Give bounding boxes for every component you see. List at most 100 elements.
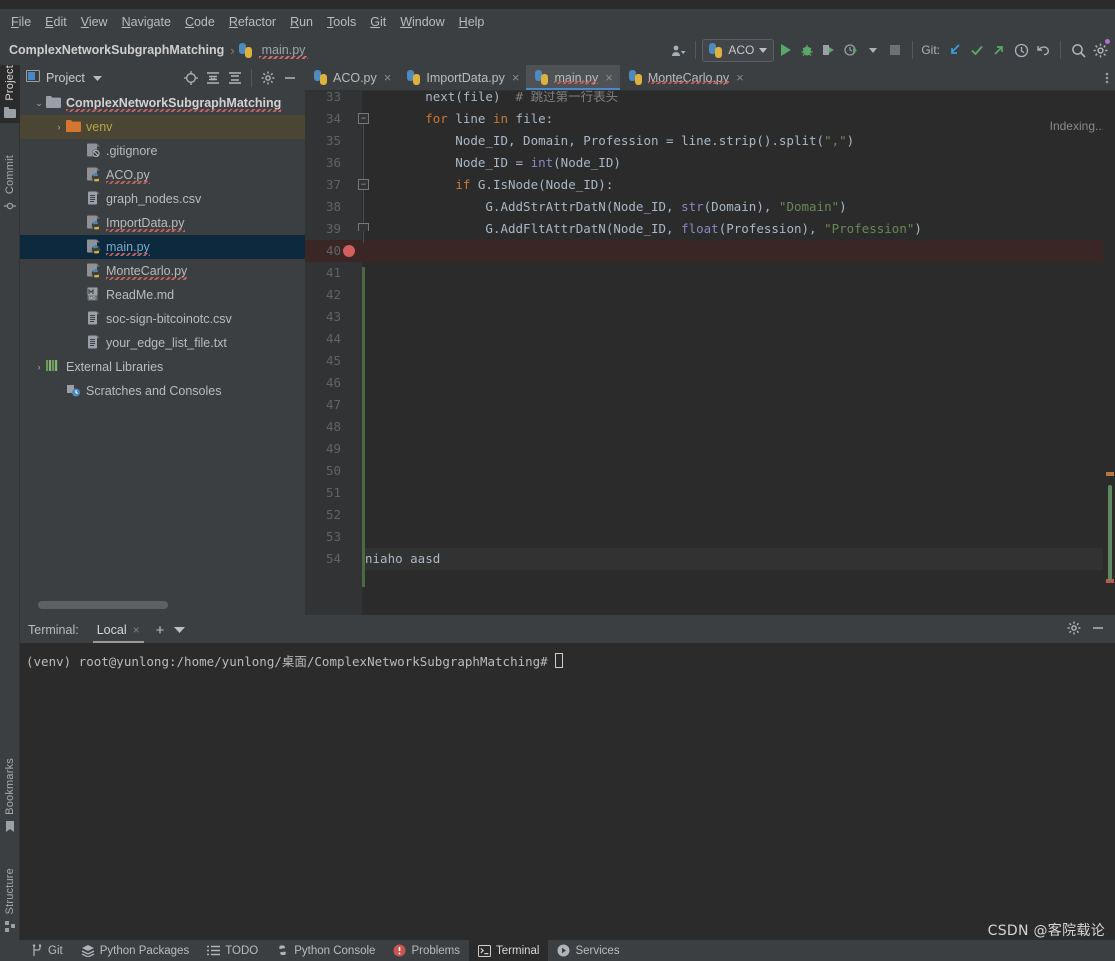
locate-icon[interactable] — [180, 66, 202, 90]
editor-tab[interactable]: main.py × — [526, 65, 620, 90]
line-number[interactable]: 49 — [305, 438, 341, 460]
run-button[interactable] — [774, 38, 796, 62]
git-update-icon[interactable] — [944, 38, 966, 62]
code-line[interactable]: 43 — [305, 306, 1115, 328]
terminal-tab-local[interactable]: Local × — [92, 621, 144, 643]
line-number[interactable]: 47 — [305, 394, 341, 416]
tree-node[interactable]: ⌄ ComplexNetworkSubgraphMatching — [20, 91, 305, 115]
code-line[interactable]: 50 — [305, 460, 1115, 482]
chevron-down-icon[interactable] — [862, 38, 884, 62]
menu-item-edit[interactable]: Edit — [38, 12, 74, 33]
stop-button[interactable] — [884, 38, 906, 62]
scrollbar-thumb[interactable] — [38, 601, 168, 609]
scrollbar-thumb[interactable] — [1108, 485, 1112, 581]
code-lines[interactable]: 33 next(file) # 跳过第一行表头 34 for line in fi… — [305, 91, 1115, 615]
menu-item-view[interactable]: View — [74, 12, 115, 33]
code-line[interactable]: 40 — [305, 240, 1115, 262]
line-number[interactable]: 36 — [305, 152, 341, 174]
line-number[interactable]: 39 — [305, 218, 341, 240]
code-line[interactable]: 47 — [305, 394, 1115, 416]
tree-node[interactable]: soc-sign-bitcoinotc.csv — [20, 307, 305, 331]
line-number[interactable]: 46 — [305, 372, 341, 394]
code-line[interactable]: 35 Node_ID, Domain, Profession = line.st… — [305, 130, 1115, 152]
statusbar-item-python-packages[interactable]: Python Packages — [72, 940, 199, 961]
code-line[interactable]: 46 — [305, 372, 1115, 394]
profile-button[interactable] — [840, 38, 862, 62]
line-number[interactable]: 54 — [305, 548, 341, 570]
code-line[interactable]: 54 niaho aasd — [305, 548, 1115, 570]
chevron-down-icon[interactable]: ⌄ — [32, 98, 46, 109]
editor-tab[interactable]: MonteCarlo.py × — [620, 65, 751, 90]
code-line[interactable]: 38 G.AddStrAttrDatN(Node_ID, str(Domain)… — [305, 196, 1115, 218]
menu-item-run[interactable]: Run — [283, 12, 320, 33]
line-number[interactable]: 43 — [305, 306, 341, 328]
account-icon[interactable] — [667, 38, 689, 62]
line-number[interactable]: 40 — [305, 240, 341, 262]
code-line[interactable]: 39 G.AddFltAttrDatN(Node_ID, float(Profe… — [305, 218, 1115, 240]
code-line[interactable]: 49 — [305, 438, 1115, 460]
tree-node[interactable]: MonteCarlo.py — [20, 259, 305, 283]
code-editor[interactable]: 33 next(file) # 跳过第一行表头 34 for line in fi… — [305, 91, 1115, 615]
tree-node[interactable]: › venv — [20, 115, 305, 139]
statusbar-item-problems[interactable]: Problems — [384, 940, 469, 961]
tree-node[interactable]: graph_nodes.csv — [20, 187, 305, 211]
git-push-icon[interactable] — [988, 38, 1010, 62]
tree-node[interactable]: .gitignore — [20, 139, 305, 163]
chevron-right-icon[interactable]: › — [32, 362, 46, 372]
statusbar-item-terminal[interactable]: Terminal — [469, 940, 549, 961]
line-number[interactable]: 52 — [305, 504, 341, 526]
fold-collapse-icon[interactable]: − — [358, 179, 369, 190]
run-with-coverage-button[interactable] — [818, 38, 840, 62]
close-icon[interactable]: × — [603, 70, 613, 85]
minimize-icon[interactable] — [1091, 621, 1105, 640]
new-terminal-button[interactable]: + — [156, 622, 165, 639]
tree-node[interactable]: MD ReadMe.md — [20, 283, 305, 307]
terminal-output[interactable]: (venv) root@yunlong:/home/yunlong/桌面/Com… — [20, 643, 1115, 940]
chevron-down-icon[interactable] — [174, 625, 186, 636]
code-line[interactable]: 34 for line in file: — [305, 108, 1115, 130]
fold-collapse-icon[interactable]: − — [358, 113, 369, 124]
statusbar-item-git[interactable]: Git — [22, 940, 72, 961]
vcs-change-marker[interactable] — [362, 267, 365, 587]
menu-item-file[interactable]: File — [4, 12, 38, 33]
code-line[interactable]: 51 — [305, 482, 1115, 504]
line-number[interactable]: 44 — [305, 328, 341, 350]
git-commit-icon[interactable] — [966, 38, 988, 62]
close-icon[interactable]: × — [510, 70, 520, 85]
chevron-right-icon[interactable]: › — [52, 122, 66, 132]
line-number[interactable]: 48 — [305, 416, 341, 438]
statusbar-item-services[interactable]: Services — [548, 940, 628, 961]
sidebar-item-bookmarks[interactable]: Bookmarks — [0, 758, 20, 838]
menu-item-tools[interactable]: Tools — [320, 12, 363, 33]
editor-tab[interactable]: ACO.py × — [305, 65, 398, 90]
project-file-tree[interactable]: ⌄ ComplexNetworkSubgraphMatching › venv .git… — [20, 91, 305, 595]
chevron-down-icon[interactable] — [92, 74, 102, 83]
hide-icon[interactable] — [279, 66, 301, 90]
tree-node[interactable]: your_edge_list_file.txt — [20, 331, 305, 355]
breakpoint-icon[interactable] — [343, 245, 355, 257]
close-icon[interactable]: × — [734, 70, 744, 85]
line-number[interactable]: 53 — [305, 526, 341, 548]
search-icon[interactable] — [1067, 38, 1089, 62]
line-number[interactable]: 35 — [305, 130, 341, 152]
undo-icon[interactable] — [1032, 38, 1054, 62]
code-line[interactable]: 36 Node_ID = int(Node_ID) — [305, 152, 1115, 174]
code-line[interactable]: 53 — [305, 526, 1115, 548]
menu-item-help[interactable]: Help — [452, 12, 492, 33]
line-number[interactable]: 42 — [305, 284, 341, 306]
gear-icon[interactable] — [257, 66, 279, 90]
line-number[interactable]: 51 — [305, 482, 341, 504]
sidebar-item-project[interactable]: Project — [0, 65, 20, 123]
editor-tabs-overflow[interactable] — [1105, 65, 1115, 90]
warning-marker[interactable] — [1106, 472, 1114, 476]
code-line[interactable]: 33 next(file) # 跳过第一行表头 — [305, 91, 1115, 108]
expand-all-icon[interactable] — [202, 66, 224, 90]
debug-button[interactable] — [796, 38, 818, 62]
code-line[interactable]: 48 — [305, 416, 1115, 438]
sidebar-item-commit[interactable]: Commit — [0, 155, 20, 217]
close-icon[interactable]: × — [382, 70, 392, 85]
code-line[interactable]: 41 — [305, 262, 1115, 284]
history-icon[interactable] — [1010, 38, 1032, 62]
line-number[interactable]: 37 — [305, 174, 341, 196]
breadcrumb-file[interactable]: main.py — [258, 41, 309, 59]
